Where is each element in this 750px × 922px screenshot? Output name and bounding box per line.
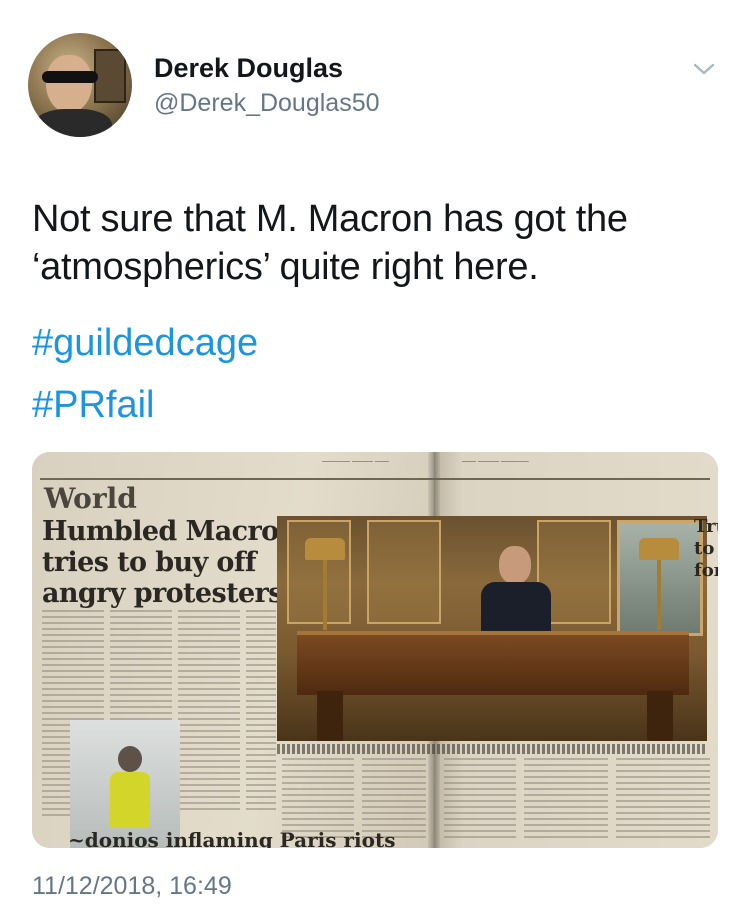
avatar-shirt	[34, 109, 112, 137]
macron-desk-photo	[277, 516, 707, 741]
right-page-headline: Tru to for	[694, 516, 718, 582]
newspaper-subheadline: ~donios inflaming Paris riots	[68, 828, 396, 848]
avatar-face	[46, 55, 92, 113]
right-headline-line: to	[694, 538, 715, 559]
desk-leg	[317, 691, 343, 741]
tweet-text: Not sure that M. Macron has got the ‘atm…	[32, 195, 722, 291]
avatar-background-sign	[94, 49, 126, 103]
right-headline-line: Tru	[694, 516, 718, 537]
headline-line: angry protesters	[42, 578, 283, 609]
article-column	[282, 758, 354, 838]
article-column	[524, 758, 608, 838]
author-handle[interactable]: @Derek_Douglas50	[154, 89, 380, 118]
protester-head	[118, 746, 142, 772]
lamp	[305, 538, 345, 560]
ornate-desk	[297, 631, 689, 695]
newspaper-header-rule	[40, 478, 710, 480]
avatar[interactable]	[28, 33, 132, 137]
lamp	[639, 538, 679, 560]
tweet-timestamp[interactable]: 11/12/2018, 16:49	[32, 872, 232, 901]
headline-line: Humbled Macron	[42, 516, 298, 547]
headline-line: tries to buy off	[42, 547, 256, 578]
wall-panel	[367, 520, 441, 624]
article-column	[178, 610, 240, 810]
person-head	[499, 546, 531, 584]
lamp-stem	[323, 560, 327, 630]
wall-panel	[287, 520, 351, 624]
author-name[interactable]: Derek Douglas	[154, 53, 343, 84]
lamp-stem	[657, 560, 661, 630]
right-headline-line: for	[694, 560, 718, 581]
article-column	[616, 758, 710, 838]
chevron-down-icon[interactable]	[690, 55, 718, 83]
newspaper-headline: Humbled Macron tries to buy off angry pr…	[42, 516, 298, 609]
article-column	[246, 610, 276, 810]
article-column	[362, 758, 426, 838]
tweet-text-line: ‘atmospherics’ quite right here.	[32, 246, 539, 288]
tweet-header: Derek Douglas @Derek_Douglas50	[28, 33, 728, 143]
photo-caption	[277, 744, 707, 754]
avatar-sunglasses	[42, 71, 98, 83]
hashtag-link[interactable]: #guildedcage	[32, 322, 258, 365]
hashtag-link[interactable]: #PRfail	[32, 384, 155, 427]
newspaper-folio: —— ——— ————	[462, 458, 529, 465]
desk-leg	[647, 691, 673, 741]
article-column	[444, 758, 516, 838]
tweet-photo[interactable]: ———— ——— —— —— ——— ———— World Humbled Ma…	[32, 452, 718, 848]
yellow-vest	[110, 772, 150, 828]
tweet-text-line: Not sure that M. Macron has got the	[32, 198, 628, 240]
article-column	[110, 610, 172, 720]
newspaper-folio: ———— ——— ——	[322, 458, 389, 465]
newspaper-section-title: World	[44, 482, 137, 515]
